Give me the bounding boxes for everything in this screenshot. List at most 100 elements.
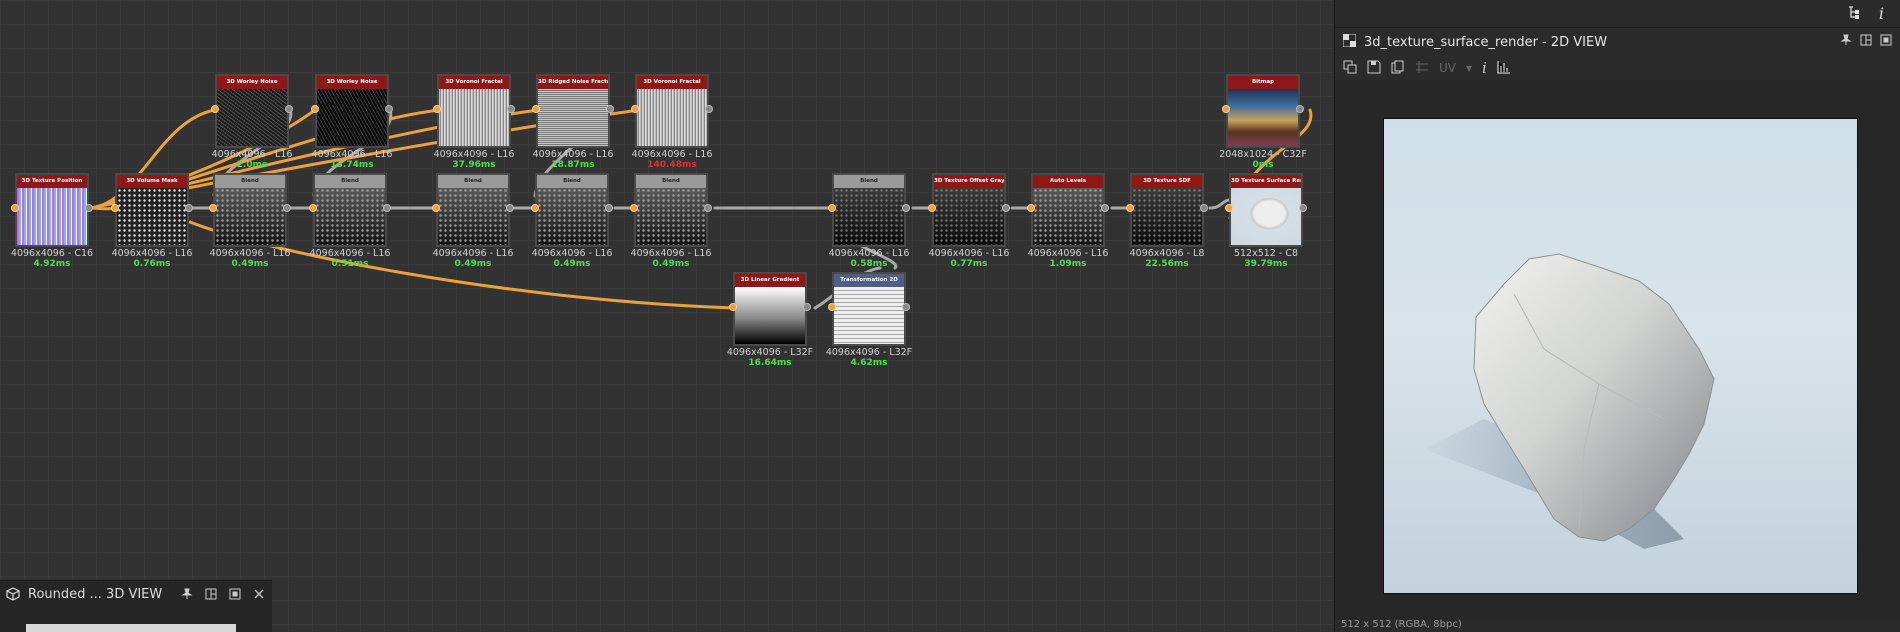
node-lingrad[interactable]: 3D Linear Gradient 4096x4096 - L32F 16.64m… [727, 272, 813, 368]
input-pin[interactable] [729, 303, 737, 311]
output-pin[interactable] [1299, 204, 1307, 212]
output-pin[interactable] [383, 204, 391, 212]
node-blend1[interactable]: Blend 4096x4096 - L16 0.49ms [209, 173, 291, 269]
copy-icon[interactable] [1391, 60, 1405, 77]
input-pin[interactable] [1225, 204, 1233, 212]
output-pin[interactable] [605, 204, 613, 212]
input-pin[interactable] [111, 204, 119, 212]
output-pin[interactable] [185, 204, 193, 212]
input-pin[interactable] [1222, 105, 1230, 113]
node-transform[interactable]: Transformation 2D 4096x4096 - L32F 4.62ms [826, 272, 912, 368]
output-pin[interactable] [704, 204, 712, 212]
node-worley2[interactable]: 3D Worley Noise 4096x4096 - L16 13.74ms [311, 74, 393, 170]
channels-icon[interactable] [1343, 60, 1357, 77]
maximize-icon[interactable] [226, 585, 244, 603]
input-pin[interactable] [631, 105, 639, 113]
node-offset[interactable]: 3D Texture Offset Gray... 4096x4096 - L16… [928, 173, 1010, 269]
input-pin[interactable] [309, 204, 317, 212]
node-box[interactable]: Transformation 2D [832, 272, 906, 346]
output-pin[interactable] [1296, 105, 1304, 113]
layout-icon[interactable] [1860, 34, 1872, 50]
layout-icon[interactable] [202, 585, 220, 603]
pin-icon[interactable] [1840, 34, 1852, 50]
node-box[interactable]: 3D Volume Mask [115, 173, 189, 247]
node-box[interactable]: Blend [832, 173, 906, 247]
node-volmask[interactable]: 3D Volume Mask 4096x4096 - L16 0.76ms [111, 173, 193, 269]
node-box[interactable]: 3D Texture Position [15, 173, 89, 247]
input-pin[interactable] [532, 105, 540, 113]
node-thumbnail [1132, 188, 1202, 245]
node-box[interactable]: 3D Voronoi Fractal [635, 74, 709, 148]
node-ridged[interactable]: 3D Ridged Noise Fractal 4096x4096 - L16 18… [532, 74, 614, 170]
node-box[interactable]: Blend [313, 173, 387, 247]
input-pin[interactable] [432, 204, 440, 212]
node-blend5[interactable]: Blend 4096x4096 - L16 0.49ms [630, 173, 712, 269]
node-box[interactable]: Auto Levels [1031, 173, 1105, 247]
input-pin[interactable] [211, 105, 219, 113]
output-pin[interactable] [507, 105, 515, 113]
node-blend6[interactable]: Blend 4096x4096 - L16 0.58ms [828, 173, 910, 269]
node-box[interactable]: 3D Voronoi Fractal [437, 74, 511, 148]
input-pin[interactable] [311, 105, 319, 113]
node-autolevels[interactable]: Auto Levels 4096x4096 - L16 1.09ms [1027, 173, 1109, 269]
node-texpos[interactable]: 3D Texture Position 4096x4096 - C16 4.92ms [11, 173, 93, 269]
input-pin[interactable] [11, 204, 19, 212]
node-blend3[interactable]: Blend 4096x4096 - L16 0.49ms [432, 173, 514, 269]
input-pin[interactable] [928, 204, 936, 212]
node-box[interactable]: Blend [436, 173, 510, 247]
output-pin[interactable] [1002, 204, 1010, 212]
close-icon[interactable] [250, 585, 268, 603]
input-pin[interactable] [209, 204, 217, 212]
histogram-icon[interactable] [1497, 60, 1511, 77]
node-box[interactable]: Blend [535, 173, 609, 247]
output-pin[interactable] [285, 105, 293, 113]
node-box[interactable]: 3D Ridged Noise Fractal [536, 74, 610, 148]
node-box[interactable]: Blend [213, 173, 287, 247]
node-box[interactable]: 3D Worley Noise [315, 74, 389, 148]
node-bitmap[interactable]: Bitmap 2048x1024 - C32F 0ms [1219, 74, 1307, 170]
node-box[interactable]: 3D Texture Surface Ren... [1229, 173, 1303, 247]
node-worley1[interactable]: 3D Worley Noise 4096x4096 - L16 2.0ms [211, 74, 293, 170]
node-box[interactable]: Blend [634, 173, 708, 247]
output-pin[interactable] [283, 204, 291, 212]
input-pin[interactable] [828, 303, 836, 311]
2d-view-canvas[interactable] [1335, 80, 1900, 620]
output-pin[interactable] [902, 204, 910, 212]
input-pin[interactable] [1027, 204, 1035, 212]
maximize-icon[interactable] [1880, 34, 1892, 50]
2d-view-title: 3d_texture_surface_render - 2D VIEW [1364, 34, 1608, 50]
node-sdf[interactable]: 3D Texture SDF 4096x4096 - L8 22.56ms [1126, 173, 1208, 269]
output-pin[interactable] [606, 105, 614, 113]
node-box[interactable]: 3D Worley Noise [215, 74, 289, 148]
input-pin[interactable] [1126, 204, 1134, 212]
node-graph-canvas[interactable]: 3D Worley Noise 4096x4096 - L16 2.0ms 3D Wo… [0, 0, 1333, 632]
node-box[interactable]: 3D Texture SDF [1130, 173, 1204, 247]
output-pin[interactable] [1200, 204, 1208, 212]
hierarchy-icon[interactable] [1847, 5, 1861, 23]
node-surfrender[interactable]: 3D Texture Surface Ren... 512x512 - C839.… [1225, 173, 1307, 269]
node-box[interactable]: Bitmap [1226, 74, 1300, 148]
input-pin[interactable] [630, 204, 638, 212]
node-box[interactable]: 3D Texture Offset Gray... [932, 173, 1006, 247]
info-icon[interactable]: i [1879, 4, 1884, 23]
output-pin[interactable] [902, 303, 910, 311]
output-pin[interactable] [803, 303, 811, 311]
input-pin[interactable] [531, 204, 539, 212]
node-voronoi2[interactable]: 3D Voronoi Fractal 4096x4096 - L16 140.48m… [631, 74, 713, 170]
output-pin[interactable] [506, 204, 514, 212]
output-pin[interactable] [705, 105, 713, 113]
output-pin[interactable] [1101, 204, 1109, 212]
node-blend2[interactable]: Blend 4096x4096 - L16 0.51ms [309, 173, 391, 269]
output-pin[interactable] [385, 105, 393, 113]
pin-icon[interactable] [178, 585, 196, 603]
info-icon[interactable]: i [1482, 59, 1487, 77]
3d-view-preview[interactable] [26, 624, 236, 632]
input-pin[interactable] [828, 204, 836, 212]
node-blend4[interactable]: Blend 4096x4096 - L16 0.49ms [531, 173, 613, 269]
node-resolution: 4096x4096 - L16 [631, 149, 713, 160]
output-pin[interactable] [85, 204, 93, 212]
save-icon[interactable] [1367, 60, 1381, 77]
input-pin[interactable] [433, 105, 441, 113]
node-voronoi1[interactable]: 3D Voronoi Fractal 4096x4096 - L16 37.96ms [433, 74, 515, 170]
node-box[interactable]: 3D Linear Gradient [733, 272, 807, 346]
